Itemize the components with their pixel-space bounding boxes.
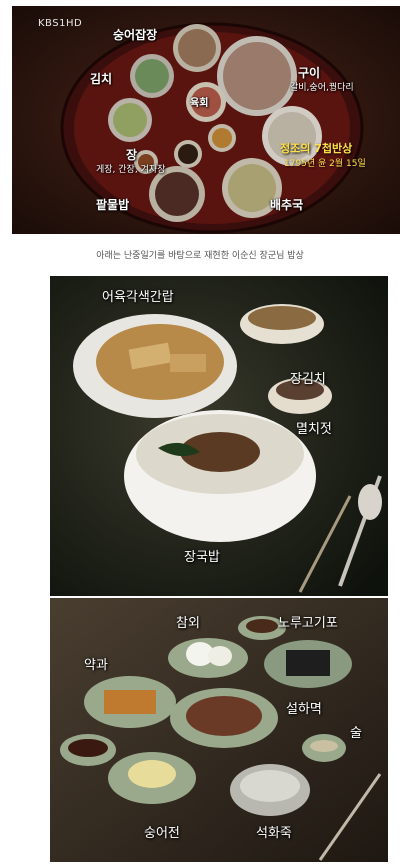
label-jang: 장 bbox=[126, 148, 138, 162]
label-seolhamyeok: 설하멱 bbox=[286, 702, 322, 717]
label-patmulbap: 팥물밥 bbox=[96, 198, 130, 212]
label-sul: 술 bbox=[350, 726, 362, 741]
label-eoyuk: 어육각색간랍 bbox=[102, 290, 174, 305]
label-jangajji: 숭어잡장 bbox=[113, 28, 158, 42]
caption-text: 아래는 난중일기를 바탕으로 재현한 이순신 장군님 밥상 bbox=[96, 251, 304, 261]
label-gui-sub: 갈비,숭어,꿩다리 bbox=[290, 83, 354, 93]
banner-title: 정조의 7첩반상 bbox=[280, 142, 353, 155]
royal-table-photo bbox=[12, 6, 400, 234]
label-baechuguk: 배추국 bbox=[270, 198, 304, 212]
side-dishes-photo bbox=[50, 598, 388, 862]
broadcaster-logo: KBS1HD bbox=[38, 18, 83, 29]
label-sungeojeon: 숭어전 bbox=[144, 826, 180, 841]
label-janggukbap: 장국밥 bbox=[184, 550, 220, 565]
royal-table-image bbox=[12, 6, 400, 234]
label-norugogipo: 노루고기포 bbox=[278, 616, 338, 631]
label-kimchi: 김치 bbox=[90, 72, 113, 86]
side-dishes-image bbox=[50, 598, 388, 862]
label-jang-sub: 게장, 간장, 겨자장 bbox=[96, 165, 166, 175]
banner-date: 1795년 윤 2월 15일 bbox=[284, 159, 366, 169]
label-jangkimchi: 장김치 bbox=[290, 372, 326, 387]
label-chamoe: 참외 bbox=[176, 616, 200, 631]
label-seokhwajuk: 석화죽 bbox=[256, 826, 292, 841]
label-yukhoe: 육회 bbox=[190, 98, 209, 109]
label-myeolchijeot: 멸치젓 bbox=[296, 422, 332, 437]
label-gui: 구이 bbox=[298, 66, 321, 80]
label-yakgwa: 약과 bbox=[84, 658, 108, 673]
